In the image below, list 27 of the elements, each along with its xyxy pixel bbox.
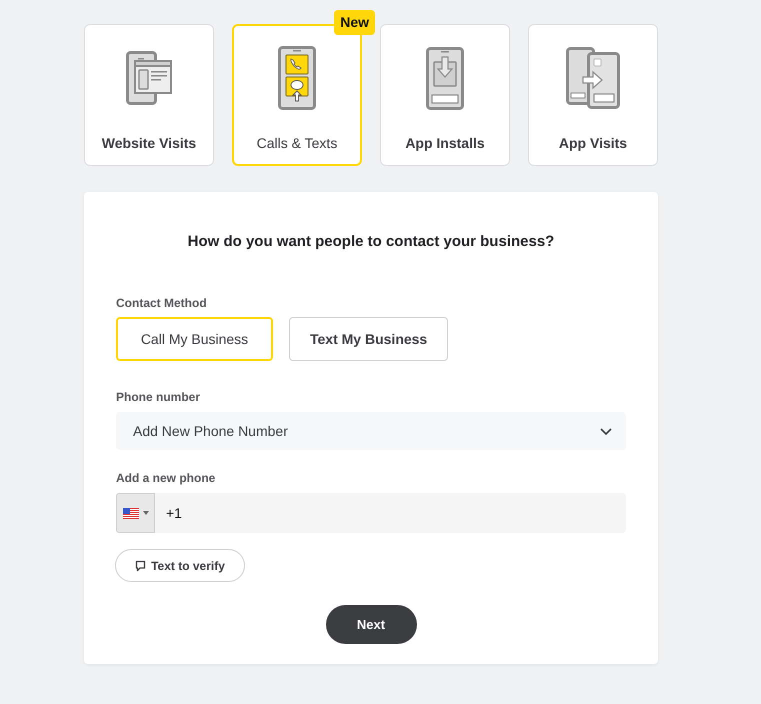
phone-number-dropdown[interactable]: Add New Phone Number — [116, 412, 626, 450]
next-button[interactable]: Next — [326, 605, 416, 644]
flag-icon — [122, 508, 138, 518]
contact-option-button[interactable]: Text My Business — [289, 317, 448, 361]
field-label: Add a new phone — [116, 471, 216, 485]
new-badge: New — [334, 10, 375, 35]
caret-down-icon — [142, 511, 148, 515]
chevron-down-icon — [600, 428, 612, 434]
field-label: Contact Method — [116, 296, 208, 310]
phone-with-download-icon — [426, 46, 464, 110]
objective-tile[interactable]: Website Visits — [84, 24, 214, 166]
two-phones-with-arrow-icon — [566, 47, 620, 109]
objective-label: Calls & Texts — [256, 135, 338, 151]
phone-and-browser-icon — [126, 51, 172, 105]
field-label: Phone number — [116, 390, 202, 404]
objective-label: App Visits — [558, 135, 628, 151]
objective-tile[interactable]: App Visits — [528, 24, 658, 166]
phone-with-call-and-chat-icon — [278, 46, 316, 110]
phone-input-field[interactable]: +1 — [155, 493, 626, 533]
objective-label: Website Visits — [102, 135, 196, 151]
form-question: How do you want people to contact your business? — [186, 232, 556, 252]
text-to-verify-button[interactable]: Text to verify — [115, 549, 245, 582]
contact-option-button[interactable]: Call My Business — [116, 317, 273, 361]
chat-bubble-icon — [135, 560, 146, 572]
country-picker-button[interactable] — [116, 493, 155, 533]
objective-label: App Installs — [405, 135, 485, 151]
objective-tile[interactable]: App Installs — [380, 24, 510, 166]
